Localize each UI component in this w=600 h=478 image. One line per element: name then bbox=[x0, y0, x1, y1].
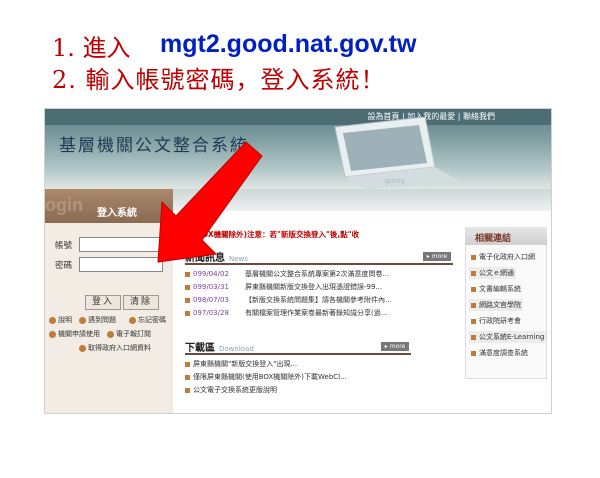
bullet-icon bbox=[471, 302, 476, 308]
laptop-illustration: gurey bbox=[334, 117, 463, 189]
key-icon bbox=[129, 316, 136, 324]
banner-text: gurey bbox=[385, 177, 405, 185]
download-item[interactable]: 僅限屏東縣機關(使用BOX機關除外)下載WebCl... bbox=[185, 372, 347, 382]
download-divider bbox=[185, 353, 411, 355]
related-link-edoc[interactable]: 公文ｅ網通 bbox=[469, 267, 516, 279]
related-link-academy[interactable]: 網路文官學院 bbox=[469, 299, 523, 311]
news-more-button[interactable]: ▸ more bbox=[423, 252, 451, 261]
news-item[interactable]: 099/03/31 屏東縣機關新版交換登入出現憑證錯誤-99... bbox=[185, 282, 382, 292]
bullet-icon bbox=[471, 254, 476, 260]
bullet-icon bbox=[185, 297, 190, 303]
instruction-step-1: 1. 進入 bbox=[52, 34, 131, 62]
question-icon bbox=[79, 316, 86, 324]
mail-icon bbox=[107, 330, 114, 338]
bullet-icon bbox=[185, 361, 190, 367]
news-title: 新聞訊息 News bbox=[185, 253, 248, 264]
bullet-icon bbox=[185, 374, 190, 380]
bullet-icon bbox=[185, 310, 190, 316]
portal-data-link[interactable]: 取得政府入口網資料 bbox=[79, 343, 151, 353]
help-icon bbox=[49, 316, 56, 324]
download-more-button[interactable]: ▸ more bbox=[381, 342, 409, 351]
login-deco-text: ogin bbox=[45, 195, 83, 215]
site-url: mgt2.good.nat.gov.tw bbox=[160, 30, 417, 58]
news-item[interactable]: 099/04/02 基層機關公文整合系統專案第2次滿意度問卷... bbox=[185, 269, 389, 279]
bullet-icon bbox=[471, 334, 476, 340]
site-title: 基層機關公文整合系統 bbox=[59, 136, 249, 156]
login-title: 登入系統 bbox=[97, 208, 137, 219]
globe-icon bbox=[79, 344, 86, 352]
download-item[interactable]: 屏東縣機關"新版交換登入"出現... bbox=[185, 359, 297, 369]
password-label: 密碼 bbox=[55, 261, 73, 271]
download-item[interactable]: 公文電子交換系統更版說明 bbox=[185, 385, 277, 395]
clear-button[interactable]: 清除 bbox=[123, 295, 159, 310]
apply-use-link[interactable]: 機關申請使用 bbox=[49, 329, 100, 339]
slide: 1. 進入 mgt2.good.nat.gov.tw 2. 輸入帳號密碼，登入系… bbox=[0, 0, 600, 478]
news-divider bbox=[185, 263, 453, 265]
login-button[interactable]: 登入 bbox=[85, 295, 121, 310]
related-link-elearning[interactable]: 公文系統E-Learning bbox=[469, 331, 547, 343]
bullet-icon bbox=[471, 286, 476, 292]
news-item[interactable]: 098/07/03 【新版交換系統問題集】請各機關參考附件內... bbox=[185, 295, 392, 305]
related-link-rdec[interactable]: 行政院研考會 bbox=[469, 315, 523, 327]
newsletter-link[interactable]: 電子報訂閱 bbox=[107, 329, 151, 339]
gear-icon bbox=[49, 330, 56, 338]
bullet-icon bbox=[471, 270, 476, 276]
forgot-password-link[interactable]: 忘記密碼 bbox=[129, 315, 166, 325]
website-screenshot: 設為首頁 | 加入我的最愛 | 聯絡我們 基層機關公文整合系統 gurey og… bbox=[44, 108, 552, 414]
notice-text: 使用BOX機關除外)注意：若"新版交換登入"後,點"收 bbox=[181, 230, 360, 239]
sub-banner bbox=[173, 189, 551, 211]
news-item[interactable]: 097/03/28 有關檔案管理作業案卷最新著錄知識分享(過... bbox=[185, 308, 387, 318]
bullet-icon bbox=[185, 387, 190, 393]
account-label: 帳號 bbox=[55, 241, 73, 251]
bullet-icon bbox=[185, 271, 190, 277]
bullet-icon bbox=[471, 318, 476, 324]
related-link-editor[interactable]: 文書編輯系統 bbox=[469, 283, 523, 295]
problem-link[interactable]: 遇到問題 bbox=[79, 315, 116, 325]
account-input[interactable] bbox=[79, 237, 163, 252]
related-link-survey[interactable]: 滿意度調查系統 bbox=[469, 347, 530, 359]
help-link[interactable]: 說明 bbox=[49, 315, 72, 325]
password-input[interactable] bbox=[79, 257, 163, 272]
instruction-step-2: 2. 輸入帳號密碼，登入系統！ bbox=[52, 66, 386, 94]
related-link-egov[interactable]: 電子化政府入口網 bbox=[469, 251, 537, 263]
related-links-title: 相關連結 bbox=[475, 234, 512, 244]
bullet-icon bbox=[185, 284, 190, 290]
download-title: 下載區 Download bbox=[185, 343, 254, 354]
bullet-icon bbox=[471, 350, 476, 356]
